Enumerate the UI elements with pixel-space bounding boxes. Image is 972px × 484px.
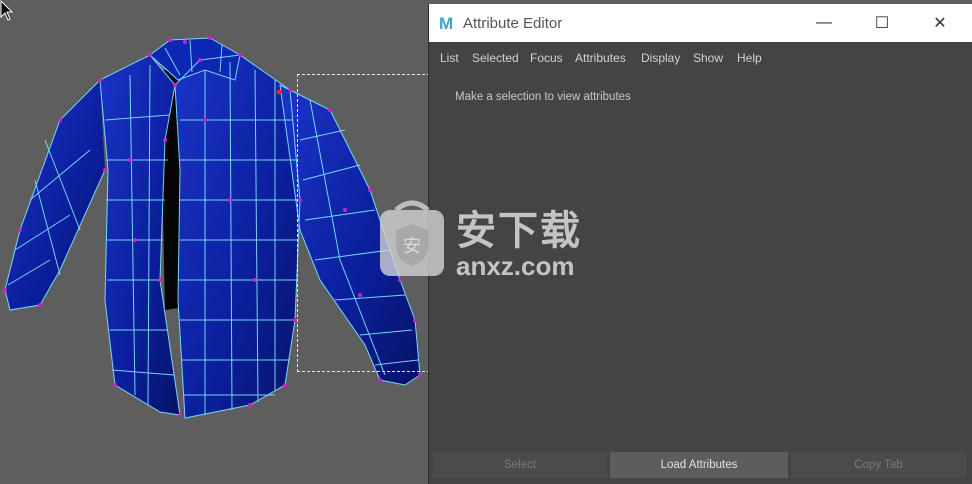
close-button[interactable]: ✕ xyxy=(911,4,969,42)
minimize-icon: — xyxy=(816,14,832,31)
menu-help[interactable]: Help xyxy=(737,51,762,65)
load-attributes-button[interactable]: Load Attributes xyxy=(610,452,788,478)
empty-selection-message: Make a selection to view attributes xyxy=(455,91,631,103)
menu-selected[interactable]: Selected xyxy=(472,51,519,65)
mouse-cursor-icon xyxy=(0,0,14,21)
maya-logo-icon: M xyxy=(438,13,458,33)
menu-focus[interactable]: Focus xyxy=(530,51,563,65)
watermark-text: 安下载 xyxy=(456,209,582,253)
window-title: Attribute Editor xyxy=(463,15,563,32)
svg-text:安: 安 xyxy=(403,236,421,257)
menu-show[interactable]: Show xyxy=(693,51,723,65)
menu-list[interactable]: List xyxy=(440,51,459,65)
menu-display[interactable]: Display xyxy=(641,51,680,65)
minimize-button[interactable]: — xyxy=(795,4,853,42)
3d-viewport[interactable] xyxy=(0,0,430,484)
select-button[interactable]: Select xyxy=(433,452,607,478)
maximize-button[interactable]: ☐ xyxy=(853,4,911,42)
title-bar[interactable]: M Attribute Editor — ☐ ✕ xyxy=(429,4,972,42)
menu-attributes[interactable]: Attributes xyxy=(575,51,626,65)
close-icon: ✕ xyxy=(933,15,947,32)
bottom-button-bar: Select Load Attributes Copy Tab xyxy=(429,449,972,480)
maximize-icon: ☐ xyxy=(874,15,890,32)
copy-tab-button[interactable]: Copy Tab xyxy=(791,452,966,478)
shield-bag-icon: 安 xyxy=(380,200,444,276)
watermark-url: anxz.com xyxy=(456,251,575,281)
menu-bar: List Selected Focus Attributes Display S… xyxy=(429,42,972,72)
watermark: 安 安下载 anxz.com xyxy=(376,200,596,286)
svg-text:M: M xyxy=(439,14,453,33)
